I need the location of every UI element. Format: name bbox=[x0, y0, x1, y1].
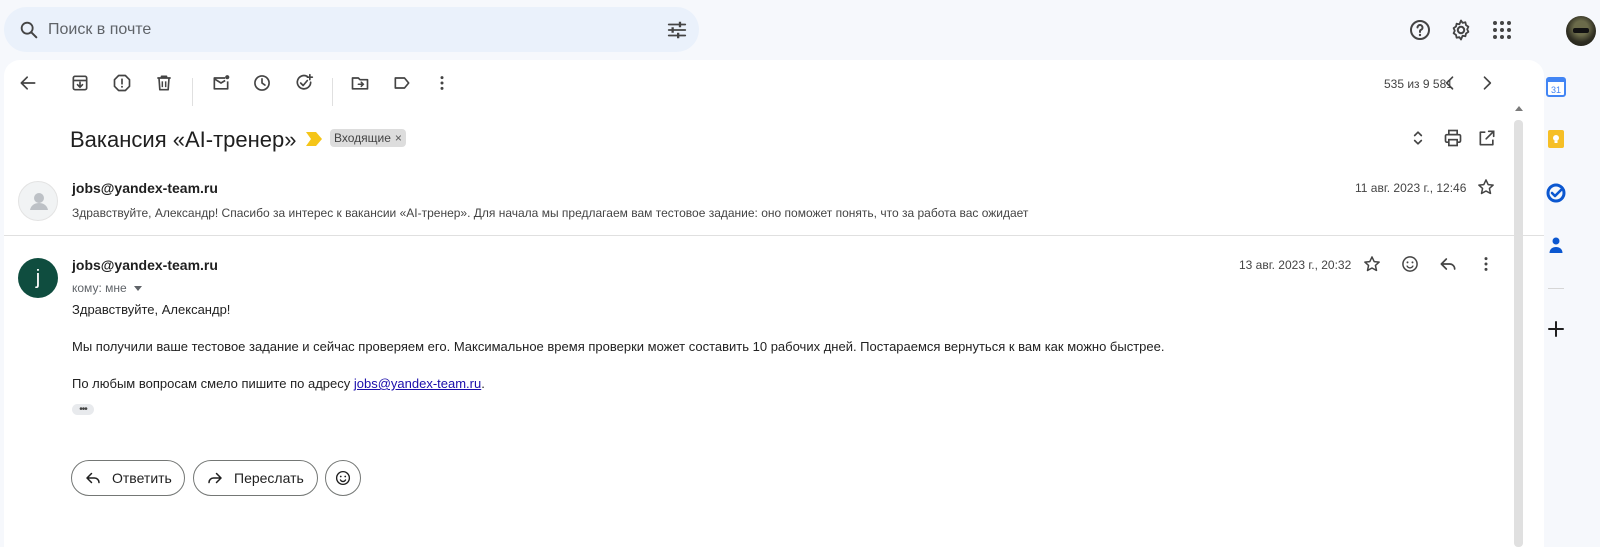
reply-button-label: Ответить bbox=[112, 470, 172, 486]
reply-icon bbox=[1440, 258, 1456, 270]
clock-icon bbox=[254, 75, 270, 91]
email-link[interactable]: jobs@yandex-team.ru bbox=[354, 376, 481, 391]
message2-sender[interactable]: jobs@yandex-team.ru bbox=[72, 257, 218, 273]
sender-avatar[interactable]: j bbox=[18, 258, 58, 298]
message2-star-button[interactable] bbox=[1360, 252, 1384, 276]
caret-down-icon bbox=[133, 285, 142, 291]
label-chip-text: Входящие bbox=[334, 131, 391, 145]
archive-icon bbox=[72, 75, 88, 91]
snooze-button[interactable] bbox=[242, 63, 282, 103]
keep-icon[interactable] bbox=[1545, 128, 1567, 150]
labels-button[interactable] bbox=[382, 63, 422, 103]
contacts-icon[interactable] bbox=[1545, 234, 1567, 256]
mark-unread-button[interactable] bbox=[201, 63, 241, 103]
chevron-right-icon bbox=[1483, 76, 1492, 90]
report-icon bbox=[113, 74, 131, 92]
add-task-icon bbox=[296, 73, 314, 90]
search-icon[interactable] bbox=[18, 19, 40, 41]
contact-line-text: По любым вопросам смело пишите по адресу bbox=[72, 376, 354, 391]
recipient-text: кому: мне bbox=[72, 281, 127, 295]
emoji-icon bbox=[335, 470, 351, 486]
message-divider bbox=[4, 235, 1544, 236]
calendar-day: 31 bbox=[1551, 85, 1561, 95]
chevron-left-icon bbox=[1445, 76, 1454, 90]
move-to-button[interactable] bbox=[340, 63, 380, 103]
reply-icon-button[interactable] bbox=[1436, 252, 1460, 276]
message-more-button[interactable] bbox=[1474, 252, 1498, 276]
print-button[interactable] bbox=[1441, 126, 1465, 150]
scroll-up-arrow-icon[interactable] bbox=[1515, 106, 1523, 111]
open-in-new-icon bbox=[1479, 130, 1495, 146]
label-chip-inbox: Входящие × bbox=[330, 129, 406, 147]
add-reaction-button[interactable] bbox=[1398, 252, 1422, 276]
star-outline-icon bbox=[1478, 179, 1494, 195]
back-button[interactable] bbox=[8, 63, 48, 103]
reply-emoji-button[interactable] bbox=[325, 460, 361, 496]
thread-subject: Вакансия «AI-тренер» bbox=[70, 127, 297, 152]
forward-icon bbox=[208, 472, 222, 484]
move-folder-icon bbox=[351, 77, 369, 90]
sender-avatar-placeholder bbox=[18, 181, 58, 221]
label-icon bbox=[394, 77, 410, 89]
arrow-back-icon bbox=[20, 76, 36, 90]
print-icon bbox=[1444, 129, 1462, 147]
account-avatar[interactable] bbox=[1566, 16, 1596, 46]
tasks-icon[interactable] bbox=[1545, 182, 1567, 204]
message-greeting: Здравствуйте, Александр! bbox=[72, 302, 231, 317]
more-actions-button[interactable] bbox=[422, 63, 462, 103]
contact-line-end: . bbox=[481, 376, 485, 391]
star-outline-icon bbox=[1364, 256, 1380, 272]
apps-grid-icon[interactable] bbox=[1490, 18, 1514, 42]
report-spam-button[interactable] bbox=[102, 63, 142, 103]
scrollbar-thumb[interactable] bbox=[1514, 120, 1523, 547]
mail-unread-icon bbox=[213, 75, 230, 90]
add-to-tasks-button[interactable] bbox=[284, 63, 324, 103]
get-addons-icon[interactable] bbox=[1545, 318, 1567, 340]
search-options-icon[interactable] bbox=[666, 19, 688, 41]
side-panel-separator bbox=[1548, 288, 1564, 289]
settings-icon[interactable] bbox=[1449, 18, 1473, 42]
search-bar[interactable] bbox=[4, 7, 699, 52]
person-icon bbox=[30, 193, 48, 210]
search-input[interactable] bbox=[48, 17, 608, 43]
forward-button[interactable]: Переслать bbox=[193, 460, 318, 496]
emoji-icon bbox=[1402, 256, 1418, 272]
important-marker-icon[interactable] bbox=[306, 132, 322, 146]
message2-date: 13 авг. 2023 г., 20:32 bbox=[1239, 258, 1352, 272]
unfold-icon bbox=[1413, 131, 1423, 145]
toolbar-separator bbox=[332, 78, 333, 106]
more-vert-icon bbox=[440, 76, 444, 90]
message1-star-button[interactable] bbox=[1474, 175, 1498, 199]
message1-sender: jobs@yandex-team.ru bbox=[72, 180, 218, 196]
archive-button[interactable] bbox=[60, 63, 100, 103]
message1-snippet[interactable]: Здравствуйте, Александр! Спасибо за инте… bbox=[72, 206, 1028, 220]
toolbar-separator bbox=[192, 78, 193, 106]
show-trimmed-content-button[interactable]: ••• bbox=[72, 404, 94, 415]
reply-button[interactable]: Ответить bbox=[71, 460, 185, 496]
expand-all-button[interactable] bbox=[1406, 126, 1430, 150]
message-contact-line: По любым вопросам смело пишите по адресу… bbox=[72, 376, 485, 391]
forward-button-label: Переслать bbox=[234, 470, 304, 486]
delete-button[interactable] bbox=[144, 63, 184, 103]
help-icon[interactable] bbox=[1408, 18, 1432, 42]
reply-icon bbox=[86, 472, 100, 484]
message-paragraph: Мы получили ваше тестовое задание и сейч… bbox=[72, 339, 1165, 354]
open-new-window-button[interactable] bbox=[1475, 126, 1499, 150]
avatar-mask-shape bbox=[1573, 28, 1589, 33]
recipient-details-toggle[interactable]: кому: мне bbox=[72, 281, 142, 295]
calendar-icon[interactable]: 31 bbox=[1545, 76, 1567, 98]
newer-button[interactable] bbox=[1430, 63, 1470, 103]
remove-label-button[interactable]: × bbox=[395, 131, 402, 145]
message1-date: 11 авг. 2023 г., 12:46 bbox=[1355, 181, 1467, 195]
more-vert-icon bbox=[1484, 257, 1488, 271]
trash-icon bbox=[157, 75, 171, 91]
older-button[interactable] bbox=[1467, 63, 1507, 103]
